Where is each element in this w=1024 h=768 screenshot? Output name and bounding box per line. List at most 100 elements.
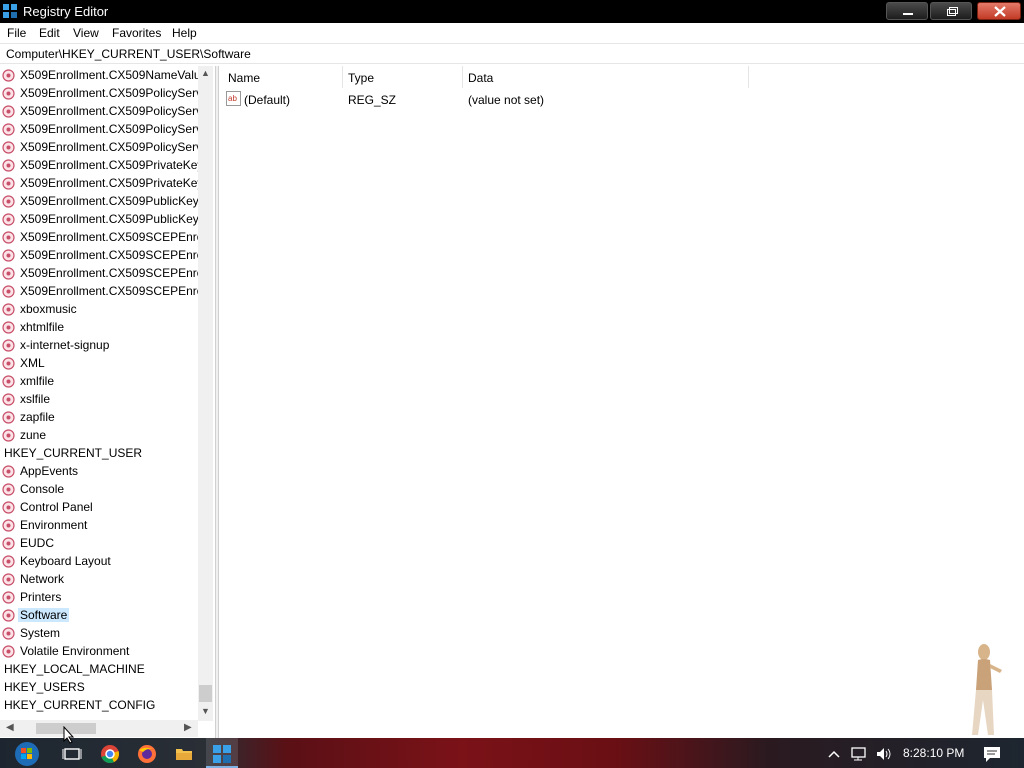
tree-item-label: X509Enrollment.CX509PrivateKey. [20,176,200,190]
tree-item-label: X509Enrollment.CX509SCEPEnroll [20,248,200,262]
tree-item[interactable]: Software [0,606,200,624]
tree-item[interactable]: xmlfile [0,372,200,390]
menu-file[interactable]: File [7,26,26,40]
scroll-right-arrow-icon[interactable]: ▶ [184,722,192,733]
tree-item-label: xboxmusic [20,302,77,316]
tree-item[interactable]: X509Enrollment.CX509PrivateKey [0,156,200,174]
scroll-left-arrow-icon[interactable]: ◀ [6,722,14,733]
tree-item[interactable]: HKEY_LOCAL_MACHINE [0,660,200,678]
minimize-button[interactable] [886,2,928,20]
firefox-icon[interactable] [137,744,157,764]
column-header-name-label: Name [228,71,261,85]
window-title: Registry Editor [23,4,109,19]
tree-item-label: X509Enrollment.CX509PrivateKey [20,158,200,172]
tree-item[interactable]: Network [0,570,200,588]
tree-item[interactable]: X509Enrollment.CX509SCEPEnroll [0,282,200,300]
address-bar[interactable]: Computer\HKEY_CURRENT_USER\Software [0,43,1024,64]
registry-key-icon [2,177,15,190]
tree-item[interactable]: X509Enrollment.CX509PolicyServe [0,138,200,156]
registry-key-icon [2,303,15,316]
tree-item[interactable]: X509Enrollment.CX509NameValue [0,66,200,84]
close-button[interactable] [977,2,1021,20]
value-data: (value not set) [468,93,545,107]
tree-item[interactable]: xhtmlfile [0,318,200,336]
title-bar: Registry Editor [0,0,1024,23]
network-icon[interactable] [850,744,870,764]
tree-item[interactable]: X509Enrollment.CX509SCEPEnroll [0,246,200,264]
column-header-type-label: Type [348,71,375,85]
tree-item[interactable]: HKEY_CURRENT_USER [0,444,200,462]
column-header-data[interactable]: Data [460,66,748,88]
registry-key-icon [2,645,15,658]
tree-item-label: EUDC [20,536,55,550]
tree-item-label: HKEY_USERS [4,680,85,694]
chrome-icon[interactable] [100,744,120,764]
pane-splitter[interactable] [215,66,219,738]
tree-item[interactable]: X509Enrollment.CX509SCEPEnroll [0,228,200,246]
tree-item[interactable]: HKEY_USERS [0,678,200,696]
tree-item[interactable]: X509Enrollment.CX509PrivateKey. [0,174,200,192]
start-orb-icon[interactable] [14,741,40,767]
scroll-up-arrow-icon[interactable]: ▲ [201,68,210,78]
menu-view[interactable]: View [73,26,99,40]
tree-item[interactable]: Volatile Environment [0,642,200,660]
column-header-data-label: Data [468,71,494,85]
menu-favorites[interactable]: Favorites [112,26,161,40]
tree-item[interactable]: AppEvents [0,462,200,480]
tree-item[interactable]: System [0,624,200,642]
tree-vertical-scroll-thumb[interactable] [199,685,212,702]
menu-help[interactable]: Help [172,26,197,40]
tree-item[interactable]: X509Enrollment.CX509PolicyServe [0,102,200,120]
registry-key-icon [2,465,15,478]
file-explorer-icon[interactable] [174,744,194,764]
tree-item-label: X509Enrollment.CX509PolicyServe [20,104,200,118]
tree-item[interactable]: xboxmusic [0,300,200,318]
key-tree-pane[interactable]: X509Enrollment.CX509NameValue X509Enrollm… [0,66,215,738]
tree-item[interactable]: HKEY_CURRENT_CONFIG [0,696,200,714]
registry-key-icon [2,573,15,586]
tree-item[interactable]: XML [0,354,200,372]
tree-item[interactable]: zapfile [0,408,200,426]
tree-vertical-scrollbar[interactable]: ▲ ▼ [198,66,213,721]
tree-item[interactable]: X509Enrollment.CX509SCEPEnroll [0,264,200,282]
value-name: (Default) [244,93,291,107]
tree-item[interactable]: X509Enrollment.CX509PolicyServe [0,84,200,102]
registry-key-icon [2,501,15,514]
tree-item-label: Console [20,482,65,496]
tree-item[interactable]: xslfile [0,390,200,408]
tree-item-label: X509Enrollment.CX509PolicyServe [20,122,200,136]
tree-item[interactable]: Keyboard Layout [0,552,200,570]
values-list-pane[interactable]: Name Type Data ab (Default) REG_SZ (valu… [220,66,1024,738]
scroll-down-arrow-icon[interactable]: ▼ [201,706,210,716]
registry-key-icon [2,483,15,496]
menu-bar: File Edit View Favorites Help [0,23,1024,43]
tree-item[interactable]: X509Enrollment.CX509PolicyServe [0,120,200,138]
tree-item[interactable]: Printers [0,588,200,606]
column-header-name[interactable]: Name [220,66,342,88]
tree-item[interactable]: Control Panel [0,498,200,516]
tree-item[interactable]: Environment [0,516,200,534]
tree-item[interactable]: X509Enrollment.CX509PublicKey [0,192,200,210]
tree-item-label: Control Panel [20,500,93,514]
tree-item[interactable]: zune [0,426,200,444]
tree-item[interactable]: x-internet-signup [0,336,200,354]
task-view-icon[interactable] [62,744,82,764]
tree-item-label: X509Enrollment.CX509PolicyServe [20,86,200,100]
menu-edit[interactable]: Edit [39,26,60,40]
value-row[interactable]: (Default) REG_SZ (value not set) [244,92,744,110]
taskbar-active-app[interactable] [206,738,238,768]
tree-item[interactable]: Console [0,480,200,498]
registry-key-icon [2,141,15,154]
tree-item[interactable]: X509Enrollment.CX509PublicKey. [0,210,200,228]
registry-key-icon [2,627,15,640]
chevron-up-icon[interactable] [826,744,842,764]
taskbar-clock[interactable]: 8:28:10 PM [903,746,964,760]
column-header-type[interactable]: Type [340,66,462,88]
column-divider[interactable] [748,66,749,88]
volume-icon[interactable] [874,744,894,764]
notification-center-icon[interactable] [982,744,1002,764]
tree-horizontal-scrollbar[interactable]: ◀ ▶ [0,720,198,737]
tree-item-label: System [20,626,61,640]
tree-item[interactable]: EUDC [0,534,200,552]
restore-button[interactable] [930,2,972,20]
